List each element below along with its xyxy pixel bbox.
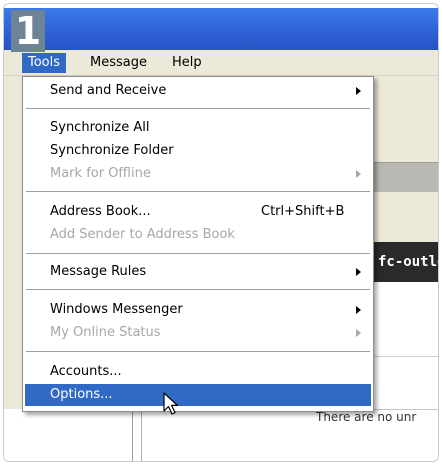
menu-message[interactable]: Message xyxy=(84,53,153,73)
tools-dropdown-menu: Send and Receive Synchronize All Synchro… xyxy=(22,76,374,412)
background-header: fc-outlo xyxy=(372,242,439,282)
menu-item-options[interactable]: Options... xyxy=(25,384,371,406)
menu-help-label: Help xyxy=(172,55,202,70)
menu-item-shortcut: Ctrl+Shift+B xyxy=(261,204,345,219)
menu-item-synchronize-folder[interactable]: Synchronize Folder xyxy=(25,140,371,162)
menu-tools[interactable]: Tools xyxy=(22,53,67,73)
menu-item-my-online-status[interactable]: My Online Status xyxy=(25,322,371,344)
background-pane-divider xyxy=(141,409,142,461)
background-status-text: There are no unr xyxy=(316,410,417,424)
menu-item-label: Send and Receive xyxy=(50,83,167,98)
menu-item-windows-messenger[interactable]: Windows Messenger xyxy=(25,299,371,321)
menu-separator xyxy=(26,191,370,192)
menu-item-message-rules[interactable]: Message Rules xyxy=(25,261,371,283)
menu-item-label: Options... xyxy=(50,387,113,402)
chevron-right-icon xyxy=(356,306,361,314)
background-divider xyxy=(372,356,438,357)
menu-item-label: Mark for Offline xyxy=(50,166,151,181)
menu-item-accounts[interactable]: Accounts... xyxy=(25,361,371,383)
menu-message-label: Message xyxy=(90,55,147,70)
menu-item-label: Message Rules xyxy=(50,264,147,279)
menu-item-send-and-receive[interactable]: Send and Receive xyxy=(25,80,371,102)
step-number-badge: 1 xyxy=(11,9,45,53)
menu-item-label: Address Book... xyxy=(50,204,151,219)
menu-item-label: Synchronize Folder xyxy=(50,143,174,158)
background-folder-pane xyxy=(4,409,132,461)
menu-item-label: Synchronize All xyxy=(50,120,150,135)
menu-item-label: Accounts... xyxy=(50,364,122,379)
menu-item-synchronize-all[interactable]: Synchronize All xyxy=(25,117,371,139)
window-title-bar xyxy=(4,8,438,50)
menu-separator xyxy=(26,289,370,290)
chevron-right-icon xyxy=(356,329,361,337)
menu-help[interactable]: Help xyxy=(166,53,208,73)
chevron-right-icon xyxy=(356,268,361,276)
menu-item-label: Add Sender to Address Book xyxy=(50,227,235,242)
chevron-right-icon xyxy=(356,170,361,178)
chevron-right-icon xyxy=(356,87,361,95)
menu-item-add-sender[interactable]: Add Sender to Address Book xyxy=(25,224,371,246)
menu-item-label: Windows Messenger xyxy=(50,302,183,317)
menu-separator xyxy=(26,351,370,352)
menu-tools-label: Tools xyxy=(28,55,61,70)
arrow-cursor-icon xyxy=(163,392,179,415)
screenshot-frame: Tools Message Help fc-outlo There are no… xyxy=(3,3,439,462)
menu-bar: Tools Message Help xyxy=(4,50,438,76)
menu-separator xyxy=(26,253,370,254)
menu-item-mark-for-offline[interactable]: Mark for Offline xyxy=(25,163,371,185)
background-header-text: fc-outlo xyxy=(378,254,439,270)
menu-item-label: My Online Status xyxy=(50,325,161,340)
menu-separator xyxy=(26,108,370,109)
background-toolbar xyxy=(372,162,438,192)
menu-item-address-book[interactable]: Address Book... Ctrl+Shift+B xyxy=(25,201,371,223)
